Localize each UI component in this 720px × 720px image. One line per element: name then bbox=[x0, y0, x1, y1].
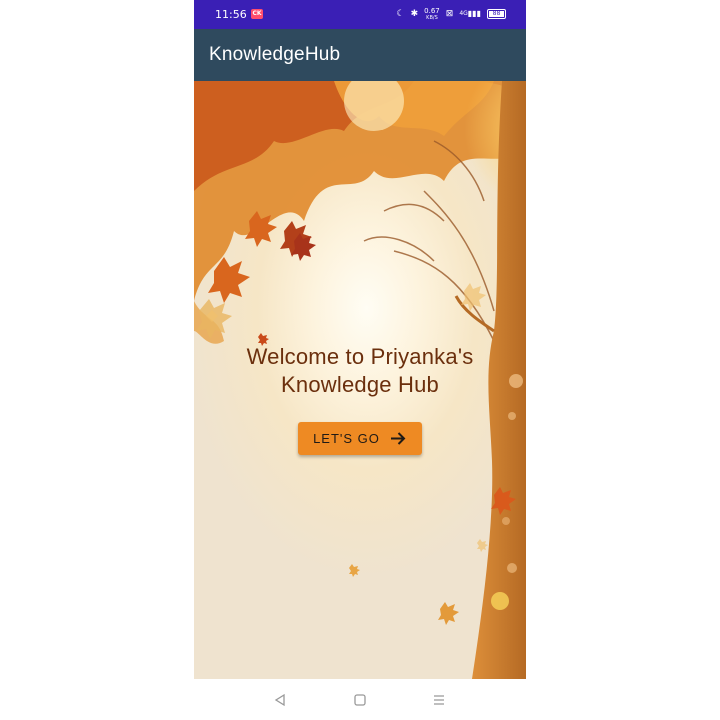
vibrate-icon: ⊠ bbox=[445, 9, 454, 19]
phone-screen: 11:56 CK ☾ ✱ 0.67 KB/S ⊠ 4G▮▮▮ 88 Knowle… bbox=[194, 0, 526, 720]
app-title: KnowledgeHub bbox=[209, 44, 341, 65]
welcome-heading: Welcome to Priyanka's Knowledge Hub bbox=[194, 343, 526, 399]
navigation-bar bbox=[194, 679, 526, 720]
back-triangle-icon[interactable] bbox=[272, 692, 288, 708]
battery-icon: 88 bbox=[487, 9, 506, 19]
recents-menu-icon[interactable] bbox=[431, 692, 447, 708]
network-speed: 0.67 KB/S bbox=[424, 7, 440, 21]
status-icons: ☾ ✱ 0.67 KB/S ⊠ 4G▮▮▮ 88 bbox=[397, 6, 506, 22]
bluetooth-icon: ✱ bbox=[410, 9, 419, 19]
arrow-right-icon bbox=[390, 432, 406, 445]
welcome-line-1: Welcome to Priyanka's bbox=[246, 344, 474, 369]
lets-go-button[interactable]: LET'S GO bbox=[298, 422, 422, 455]
app-bar: KnowledgeHub bbox=[194, 29, 526, 81]
notification-badge-icon: CK bbox=[251, 9, 263, 19]
status-bar: 11:56 CK ☾ ✱ 0.67 KB/S ⊠ 4G▮▮▮ 88 bbox=[194, 0, 526, 29]
welcome-line-2: Knowledge Hub bbox=[281, 372, 439, 397]
status-time: 11:56 bbox=[215, 8, 247, 21]
lets-go-label: LET'S GO bbox=[313, 431, 380, 446]
moon-icon: ☾ bbox=[396, 9, 405, 19]
home-square-icon[interactable] bbox=[352, 692, 368, 708]
signal-icon: 4G▮▮▮ bbox=[459, 9, 481, 18]
main-content: Welcome to Priyanka's Knowledge Hub LET'… bbox=[194, 81, 526, 679]
